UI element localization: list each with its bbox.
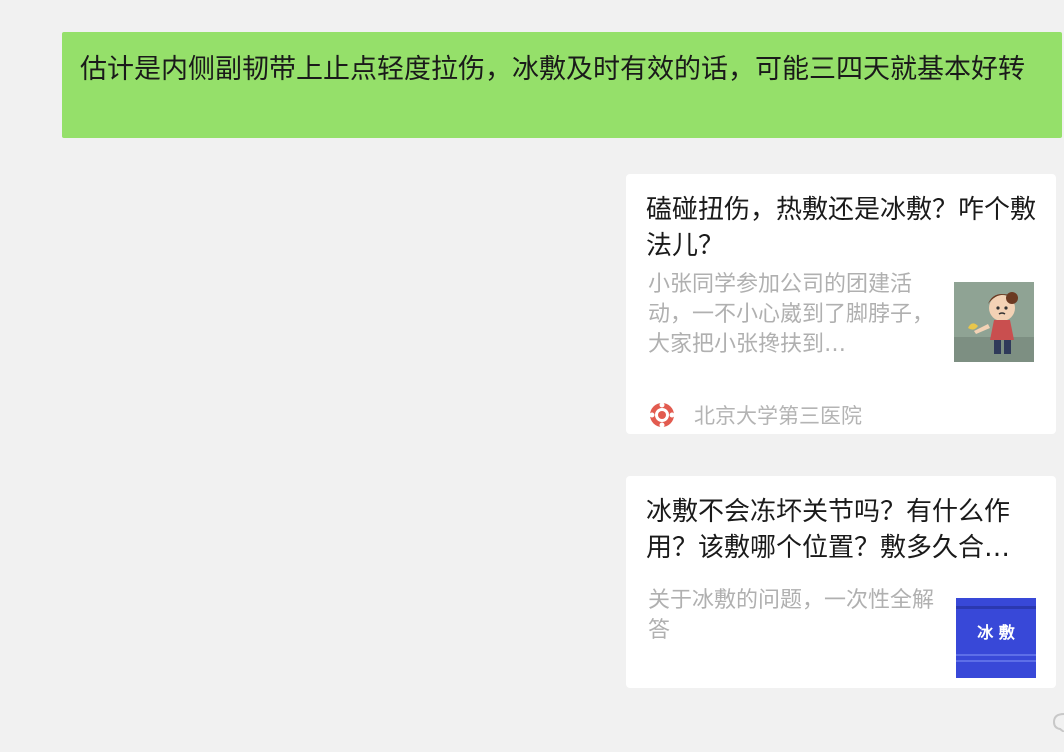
ice-compress-thumbnail: 冰 敷 (956, 598, 1036, 678)
thumbnail-text: 冰 敷 (977, 623, 1016, 642)
hospital-logo-icon (648, 401, 676, 429)
article-source[interactable]: 北京大学第三医院 (648, 400, 862, 430)
article-card[interactable]: 磕碰扭伤，热敷还是冰敷？咋个敷法儿？ 小张同学参加公司的团建活动，一不小心崴到了… (626, 174, 1056, 434)
article-title: 磕碰扭伤，热敷还是冰敷？咋个敷法儿？ (646, 195, 1037, 261)
article-description: 小张同学参加公司的团建活动，一不小心崴到了脚脖子，大家把小张搀扶到… (648, 272, 935, 357)
message-text: 估计是内侧副韧带上止点轻度拉伤，冰敷及时有效的话，可能三四天就基本好转 (80, 54, 1025, 85)
sent-message-bubble[interactable]: 估计是内侧副韧带上止点轻度拉伤，冰敷及时有效的话，可能三四天就基本好转 (62, 32, 1062, 138)
partial-edge-icon (1052, 712, 1064, 733)
article-card[interactable]: 冰敷不会冻坏关节吗？有什么作用？该敷哪个位置？敷多久合… 关于冰敷的问题，一次性… (626, 476, 1056, 688)
source-name: 北京大学第三医院 (694, 404, 862, 428)
article-title: 冰敷不会冻坏关节吗？有什么作用？该敷哪个位置？敷多久合… (646, 497, 1011, 563)
cartoon-injury-thumbnail (954, 282, 1034, 362)
article-description: 关于冰敷的问题，一次性全解答 (648, 588, 935, 643)
